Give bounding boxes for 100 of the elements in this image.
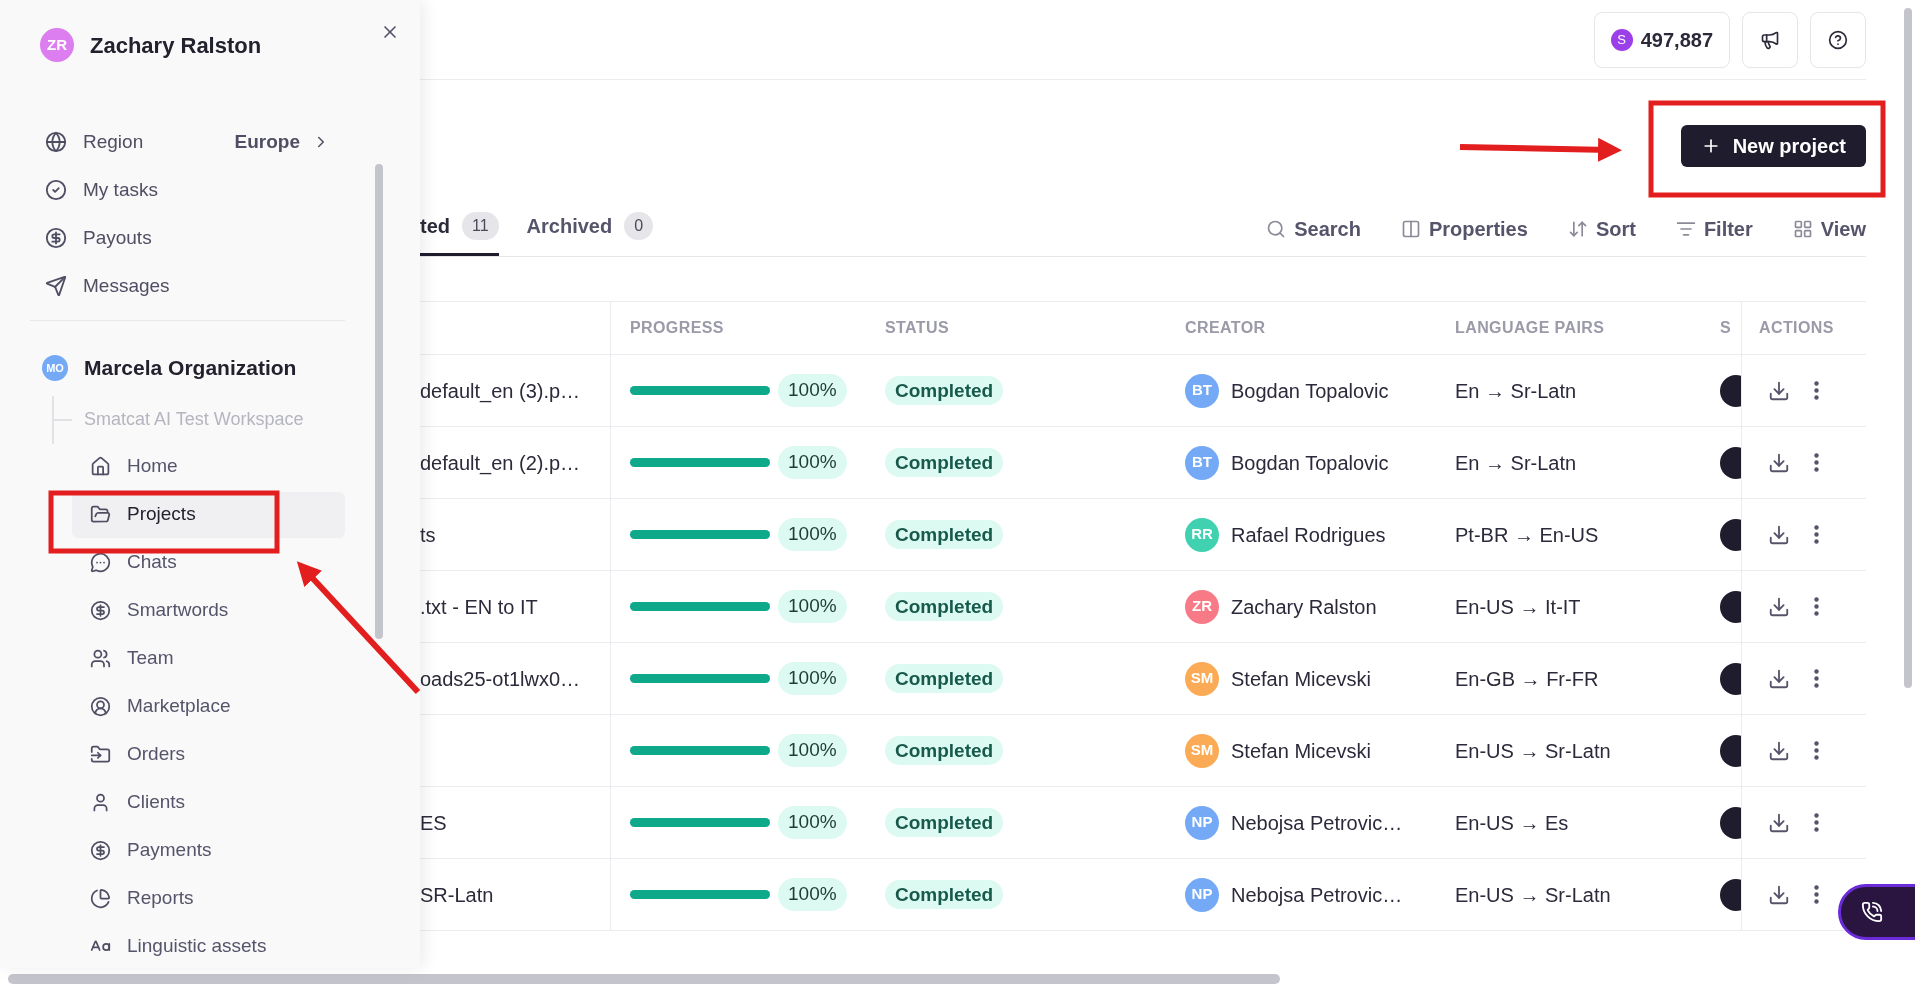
- project-name[interactable]: SR-Latn: [420, 879, 494, 910]
- more-icon: [1814, 885, 1819, 904]
- toolbar-button[interactable]: Properties: [1400, 214, 1528, 244]
- download-button[interactable]: [1768, 451, 1790, 474]
- nav-item[interactable]: Chats: [72, 539, 345, 586]
- organization-avatar: MO: [42, 354, 68, 381]
- download-button[interactable]: [1768, 523, 1790, 546]
- more-icon: [1814, 453, 1819, 472]
- project-name[interactable]: oads25-ot1lwx0…: [420, 663, 581, 694]
- column-header: S: [1720, 318, 1732, 338]
- nav-item[interactable]: Orders: [72, 731, 345, 778]
- progress-badge: 100%: [778, 806, 847, 839]
- help-button[interactable]: [1810, 11, 1866, 68]
- globe-icon: [45, 131, 67, 153]
- project-name[interactable]: default_en (2).p…: [420, 447, 581, 478]
- send-icon: [45, 275, 67, 297]
- filter-icon: [1675, 219, 1696, 239]
- new-project-button[interactable]: New project: [1680, 125, 1866, 167]
- download-button[interactable]: [1768, 595, 1790, 618]
- announcements-button[interactable]: [1742, 11, 1798, 68]
- creator-avatar: RR: [1185, 517, 1219, 552]
- creator-name: Nebojsa Petrovic…: [1231, 882, 1403, 908]
- count-badge: 11: [462, 212, 499, 240]
- nav-item[interactable]: Smartwords: [72, 587, 345, 634]
- language-pair: En-US → Es: [1455, 811, 1569, 834]
- call-button[interactable]: [1838, 884, 1915, 940]
- menu-item[interactable]: Payouts: [30, 214, 345, 262]
- download-button[interactable]: [1768, 811, 1790, 834]
- download-icon: [1768, 451, 1790, 474]
- more-button[interactable]: [1814, 453, 1819, 472]
- status-badge: Completed: [885, 592, 1004, 622]
- nav-item[interactable]: Payments: [72, 827, 345, 874]
- status-badge: Completed: [885, 520, 1004, 550]
- sort-icon: [1567, 219, 1588, 239]
- nav-item[interactable]: Reports: [72, 875, 345, 922]
- organization-name: Marcela Organization: [84, 355, 297, 381]
- more-icon: [1814, 741, 1819, 760]
- status-badge: Completed: [885, 808, 1004, 838]
- more-button[interactable]: [1814, 885, 1819, 904]
- more-button[interactable]: [1814, 813, 1819, 832]
- creator-avatar: SM: [1185, 733, 1219, 768]
- more-icon: [1814, 381, 1819, 400]
- project-name[interactable]: .txt - EN to IT: [420, 591, 538, 622]
- more-button[interactable]: [1814, 597, 1819, 616]
- download-icon: [1768, 883, 1790, 906]
- progress-badge: 100%: [778, 590, 847, 623]
- folder-arrow-icon: [90, 744, 111, 765]
- project-name[interactable]: ts: [420, 519, 436, 550]
- language-pair: En → Sr-Latn: [1455, 379, 1577, 402]
- toolbar-button[interactable]: Filter: [1675, 214, 1753, 244]
- nav-item[interactable]: Home: [72, 443, 345, 490]
- creator-name: Zachary Ralston: [1231, 594, 1377, 620]
- scrollbar[interactable]: [375, 164, 383, 639]
- menu-item[interactable]: Messages: [30, 262, 345, 310]
- language-pair: Pt-BR → En-US: [1455, 523, 1599, 546]
- phone-icon: [1861, 901, 1883, 923]
- home-icon: [90, 456, 111, 477]
- toolbar-button[interactable]: Sort: [1567, 214, 1636, 244]
- more-button[interactable]: [1814, 525, 1819, 544]
- more-icon: [1814, 813, 1819, 832]
- project-name[interactable]: ES: [420, 807, 447, 838]
- creator-name: Rafael Rodrigues: [1231, 522, 1386, 548]
- toolbar-button[interactable]: View: [1792, 214, 1866, 244]
- balance-amount: 497,887: [1640, 27, 1713, 53]
- creator-avatar: SM: [1185, 661, 1219, 696]
- language-pair: En → Sr-Latn: [1455, 451, 1577, 474]
- user-name: Zachary Ralston: [90, 31, 262, 60]
- creator-name: Stefan Micevski: [1231, 738, 1372, 764]
- more-button[interactable]: [1814, 669, 1819, 688]
- grid-icon: [1792, 219, 1813, 239]
- scrollbar[interactable]: [1904, 8, 1912, 688]
- chat-icon: [90, 552, 111, 573]
- scrollbar[interactable]: [8, 974, 1280, 984]
- nav-item[interactable]: Clients: [72, 779, 345, 826]
- balance-pill[interactable]: S 497,887: [1593, 11, 1730, 68]
- nav-item[interactable]: Marketplace: [72, 683, 345, 730]
- progress-badge: 100%: [778, 878, 847, 911]
- toolbar-button[interactable]: Search: [1266, 214, 1361, 244]
- pie-chart-icon: [90, 888, 111, 909]
- columns-icon: [1400, 219, 1421, 239]
- nav-item[interactable]: Linguistic assets: [72, 923, 345, 968]
- coin-icon: [45, 227, 67, 249]
- nav-item[interactable]: Team: [72, 635, 345, 682]
- project-name[interactable]: default_en (3).p…: [420, 375, 581, 406]
- download-button[interactable]: [1768, 739, 1790, 762]
- download-icon: [1768, 379, 1790, 402]
- download-button[interactable]: [1768, 379, 1790, 402]
- creator-avatar: NP: [1185, 805, 1219, 840]
- check-circle-icon: [45, 179, 67, 201]
- tab[interactable]: Archived 0: [526, 211, 654, 256]
- folder-icon: [90, 504, 111, 525]
- coin-icon: [90, 600, 111, 621]
- creator-name: Bogdan Topalovic: [1231, 450, 1389, 476]
- more-button[interactable]: [1814, 741, 1819, 760]
- more-button[interactable]: [1814, 381, 1819, 400]
- menu-item[interactable]: Region Europe: [30, 118, 345, 166]
- download-button[interactable]: [1768, 667, 1790, 690]
- download-button[interactable]: [1768, 883, 1790, 906]
- menu-item[interactable]: My tasks: [30, 166, 345, 214]
- language-pair: En-GB → Fr-FR: [1455, 667, 1599, 690]
